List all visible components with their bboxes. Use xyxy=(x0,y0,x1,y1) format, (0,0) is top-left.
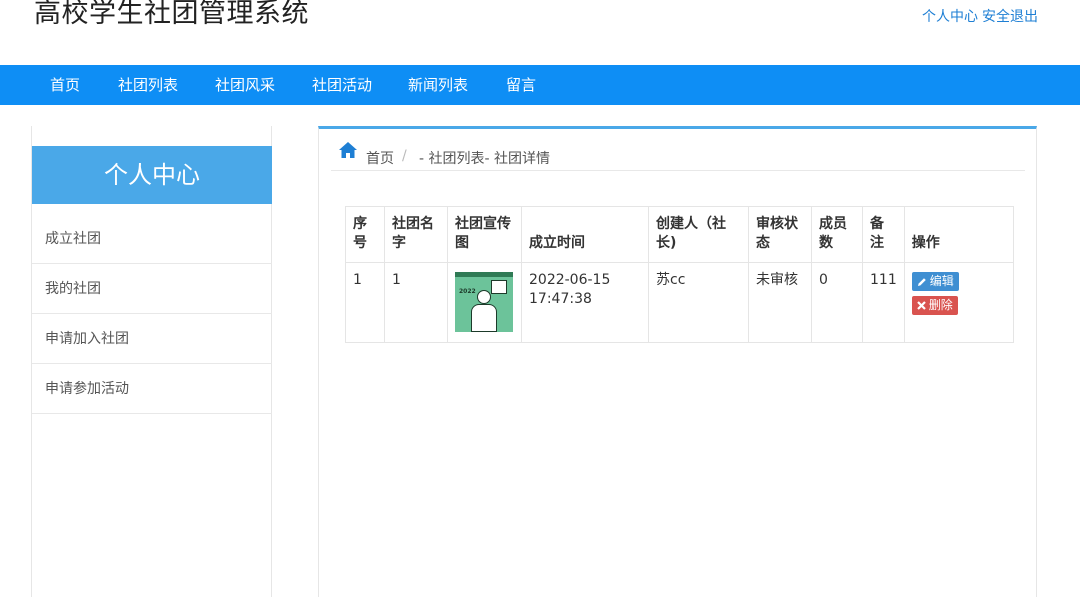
nav-item-news-list[interactable]: 新闻列表 xyxy=(408,65,468,105)
nav-item-home[interactable]: 首页 xyxy=(50,65,80,105)
table-row: 1 1 2022 2022-06-15 17:47:38 苏cc 未审核 0 1… xyxy=(345,262,1014,343)
breadcrumb-current: - 社团列表- 社团详情 xyxy=(419,151,551,167)
edit-button[interactable]: 编辑 xyxy=(911,272,959,291)
cell-creator: 苏cc xyxy=(648,262,749,343)
home-icon[interactable] xyxy=(338,141,358,159)
cell-poster: 2022 xyxy=(447,262,522,343)
delete-button-label: 删除 xyxy=(928,297,953,312)
close-icon xyxy=(916,300,926,310)
breadcrumb-home-link[interactable]: 首页 xyxy=(366,148,394,168)
poster-year: 2022 xyxy=(459,288,476,295)
cell-members: 0 xyxy=(811,262,863,343)
cell-note: 111 xyxy=(862,262,905,343)
cell-status: 未审核 xyxy=(748,262,812,343)
sidebar-item-join-club[interactable]: 申请加入社团 xyxy=(32,314,272,364)
sidebar-item-join-activity[interactable]: 申请参加活动 xyxy=(32,364,272,414)
col-header-note: 备注 xyxy=(862,206,905,263)
cell-actions: 编辑 删除 xyxy=(903,262,1014,343)
col-header-actions: 操作 xyxy=(903,206,1014,263)
sidebar-title: 个人中心 xyxy=(32,146,272,204)
top-links: 个人中心 安全退出 xyxy=(922,6,1038,26)
col-header-date: 成立时间 xyxy=(521,206,649,263)
cell-date-time: 17:47:38 xyxy=(529,291,592,307)
col-header-creator: 创建人（社长) xyxy=(648,206,749,263)
delete-button[interactable]: 删除 xyxy=(911,295,958,315)
col-header-index: 序号 xyxy=(345,206,385,263)
cell-index: 1 xyxy=(345,262,385,343)
pencil-icon xyxy=(917,277,926,286)
club-poster-image: 2022 xyxy=(455,272,513,332)
cell-date-day: 2022-06-15 xyxy=(529,272,611,288)
cell-club-name-link[interactable]: 1 xyxy=(384,262,448,343)
col-header-members: 成员数 xyxy=(811,206,863,263)
nav-item-club-list[interactable]: 社团列表 xyxy=(118,65,178,105)
main-panel: 首页 / - 社团列表- 社团详情 序号 社团名字 社团宣传图 成立时间 创建人… xyxy=(318,126,1037,597)
sidebar-item-my-clubs[interactable]: 我的社团 xyxy=(32,264,272,314)
logout-link[interactable]: 安全退出 xyxy=(982,9,1038,25)
site-title: 高校学生社团管理系统 xyxy=(34,0,309,29)
cell-date: 2022-06-15 17:47:38 xyxy=(521,262,649,343)
col-header-poster: 社团宣传图 xyxy=(447,206,522,263)
club-table: 序号 社团名字 社团宣传图 成立时间 创建人（社长) 审核状态 成员数 备注 操… xyxy=(345,206,1014,343)
personal-center-link[interactable]: 个人中心 xyxy=(922,9,978,25)
breadcrumb: 首页 / - 社团列表- 社团详情 xyxy=(331,141,1025,171)
nav-item-club-activities[interactable]: 社团活动 xyxy=(312,65,372,105)
site-header: 高校学生社团管理系统 个人中心 安全退出 xyxy=(0,0,1080,65)
nav-item-club-showcase[interactable]: 社团风采 xyxy=(215,65,275,105)
col-header-name: 社团名字 xyxy=(384,206,448,263)
table-header-row: 序号 社团名字 社团宣传图 成立时间 创建人（社长) 审核状态 成员数 备注 操… xyxy=(345,206,1014,263)
col-header-status: 审核状态 xyxy=(748,206,812,263)
edit-button-label: 编辑 xyxy=(929,274,954,288)
sidebar: 个人中心 成立社团 我的社团 申请加入社团 申请参加活动 xyxy=(31,126,272,597)
sidebar-item-create-club[interactable]: 成立社团 xyxy=(32,214,272,264)
main-navbar: 首页 社团列表 社团风采 社团活动 新闻列表 留言 xyxy=(0,65,1080,105)
nav-item-messages[interactable]: 留言 xyxy=(506,65,536,105)
breadcrumb-separator: / xyxy=(402,148,407,164)
